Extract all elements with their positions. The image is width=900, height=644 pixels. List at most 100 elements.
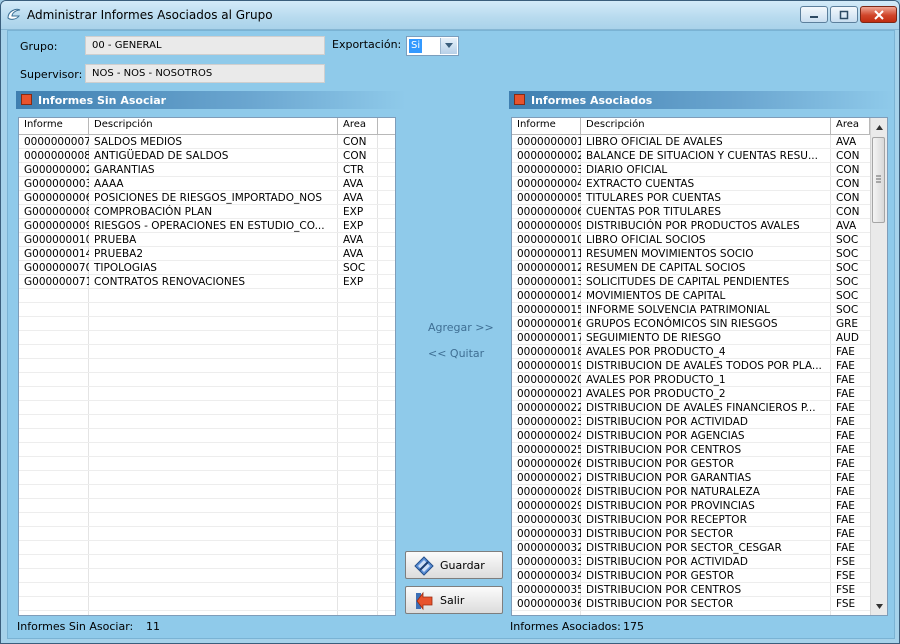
table-row	[19, 569, 395, 583]
table-row[interactable]: 0000000027 DISTRIBUCION POR GARANTIAS FAE	[512, 471, 872, 485]
chevron-down-icon[interactable]	[440, 38, 457, 54]
scroll-thumb[interactable]	[872, 137, 885, 223]
table-row	[19, 485, 395, 499]
salir-button[interactable]: Salir	[405, 586, 503, 614]
table-row[interactable]: G000000006 POSICIONES DE RIESGOS_IMPORTAD…	[19, 191, 395, 205]
table-row[interactable]: 0000000014 MOVIMIENTOS DE CAPITAL SOC	[512, 289, 872, 303]
table-row[interactable]: G000000003 AAAA AVA	[19, 177, 395, 191]
cell-informe: G000000009	[24, 220, 89, 232]
cell-informe: 0000000033	[517, 556, 581, 568]
maximize-button[interactable]	[830, 6, 858, 23]
table-row[interactable]: 0000000035 DISTRIBUCION POR CENTROS FSE	[512, 583, 872, 597]
table-row[interactable]: 0000000023 DISTRIBUCION POR ACTIVIDAD FAE	[512, 415, 872, 429]
table-row	[19, 415, 395, 429]
column-header-informe[interactable]: Informe	[19, 118, 89, 134]
exportacion-select[interactable]: Si	[406, 36, 459, 56]
scroll-up-button[interactable]	[871, 119, 887, 135]
cell-informe: 0000000030	[517, 514, 581, 526]
table-row[interactable]: 0000000030 DISTRIBUCION POR RECEPTOR FAE	[512, 513, 872, 527]
table-row[interactable]: 0000000032 DISTRIBUCION POR SECTOR_CESGAR…	[512, 541, 872, 555]
assigned-count-value: 175	[623, 620, 644, 633]
table-row[interactable]: G000000070 TIPOLOGIAS SOC	[19, 261, 395, 275]
cell-area: FSE	[836, 598, 856, 610]
column-header-area[interactable]: Area	[831, 118, 870, 134]
cell-informe: G000000071	[24, 276, 89, 288]
chevron-up-icon	[875, 124, 883, 130]
column-header-descripcion[interactable]: Descripción	[581, 118, 831, 134]
table-row[interactable]: 0000000026 DISTRIBUCION POR GESTOR FAE	[512, 457, 872, 471]
table-row[interactable]: G000000010 PRUEBA AVA	[19, 233, 395, 247]
table-row	[19, 331, 395, 345]
cell-area: FAE	[836, 360, 855, 372]
table-row[interactable]: 0000000025 DISTRIBUCION POR CENTROS FAE	[512, 443, 872, 457]
table-row[interactable]: G000000071 CONTRATOS RENOVACIONES EXP	[19, 275, 395, 289]
table-row[interactable]: 0000000015 INFORME SOLVENCIA PATRIMONIAL S…	[512, 303, 872, 317]
table-row[interactable]: 0000000036 DISTRIBUCION POR SECTOR FSE	[512, 597, 872, 611]
table-row[interactable]: 0000000008 ANTIGÜEDAD DE SALDOS CON	[19, 149, 395, 163]
column-header-area[interactable]: Area	[338, 118, 378, 134]
table-row	[19, 583, 395, 597]
table-row[interactable]: 0000000011 RESUMEN MOVIMIENTOS SOCIO SOC	[512, 247, 872, 261]
cell-descripcion: GARANTIAS	[94, 164, 155, 176]
table-row[interactable]: 0000000031 DISTRIBUCION POR SECTOR FAE	[512, 527, 872, 541]
table-row[interactable]: 0000000001 LIBRO OFICIAL DE AVALES AVA	[512, 135, 872, 149]
quitar-button[interactable]: << Quitar	[428, 347, 484, 360]
table-row[interactable]: 0000000013 SOLICITUDES DE CAPITAL PENDIEN…	[512, 275, 872, 289]
grupo-label: Grupo:	[20, 40, 58, 53]
table-row[interactable]: 0000000006 CUENTAS POR TITULARES CON	[512, 205, 872, 219]
table-row[interactable]: 0000000033 DISTRIBUCION POR ACTIVIDAD FSE	[512, 555, 872, 569]
cell-area: SOC	[343, 262, 366, 274]
agregar-button[interactable]: Agregar >>	[428, 321, 494, 334]
table-row[interactable]: 0000000009 DISTRIBUCIÓN POR PRODUCTOS AVA…	[512, 219, 872, 233]
table-row[interactable]: G000000009 RIESGOS - OPERACIONES EN ESTUD…	[19, 219, 395, 233]
left-section-title: Informes Sin Asociar	[38, 94, 167, 107]
table-row[interactable]: 0000000024 DISTRIBUCION POR AGENCIAS FAE	[512, 429, 872, 443]
grupo-field[interactable]: 00 - GENERAL	[85, 36, 325, 55]
cell-informe: 0000000010	[517, 234, 581, 246]
table-row[interactable]: 0000000021 AVALES POR PRODUCTO_2 FAE	[512, 387, 872, 401]
table-row[interactable]: 0000000029 DISTRIBUCION POR PROVINCIAS FAE	[512, 499, 872, 513]
cell-descripcion: DISTRIBUCION POR CENTROS	[586, 584, 742, 596]
minimize-button[interactable]	[800, 6, 828, 23]
table-row[interactable]: 0000000005 TITULARES POR CUENTAS CON	[512, 191, 872, 205]
table-row[interactable]: 0000000017 SEGUIMIENTO DE RIESGO AUD	[512, 331, 872, 345]
table-row[interactable]: 0000000007 SALDOS MEDIOS CON	[19, 135, 395, 149]
table-row[interactable]: 0000000020 AVALES POR PRODUCTO_1 FAE	[512, 373, 872, 387]
right-section-header: Informes Asociados	[509, 91, 894, 109]
table-row[interactable]: 0000000004 EXTRACTO CUENTAS CON	[512, 177, 872, 191]
table-row[interactable]: 0000000016 GRUPOS ECONÓMICOS SIN RIESGOS G…	[512, 317, 872, 331]
column-header-informe[interactable]: Informe	[512, 118, 581, 134]
right-list-scrollbar[interactable]	[870, 118, 887, 615]
cell-area: FAE	[836, 416, 855, 428]
cell-informe: 0000000013	[517, 276, 581, 288]
title-bar[interactable]: Administrar Informes Asociados al Grupo	[1, 1, 899, 30]
assigned-reports-list[interactable]: Informe Descripción Area 0000000001 LIBRO…	[511, 117, 888, 616]
table-row[interactable]: 0000000010 LIBRO OFICIAL SOCIOS SOC	[512, 233, 872, 247]
scroll-down-button[interactable]	[871, 598, 887, 614]
close-button[interactable]	[860, 6, 897, 23]
table-row[interactable]: G000000002 GARANTIAS CTR	[19, 163, 395, 177]
cell-informe: G000000070	[24, 262, 89, 274]
table-row[interactable]: G000000014 PRUEBA2 AVA	[19, 247, 395, 261]
column-header-descripcion[interactable]: Descripción	[89, 118, 338, 134]
cell-area: AVA	[836, 220, 857, 232]
table-row[interactable]: 0000000019 DISTRIBUCION DE AVALES TODOS P…	[512, 359, 872, 373]
cell-area: CON	[836, 150, 860, 162]
cell-descripcion: DISTRIBUCION POR ACTIVIDAD	[586, 416, 748, 428]
table-row[interactable]: 0000000018 AVALES POR PRODUCTO_4 FAE	[512, 345, 872, 359]
assigned-count-label: Informes Asociados:	[510, 620, 621, 633]
table-row[interactable]: 0000000028 DISTRIBUCION POR NATURALEZA FAE	[512, 485, 872, 499]
table-row[interactable]: 0000000012 RESUMEN DE CAPITAL SOCIOS SOC	[512, 261, 872, 275]
guardar-button[interactable]: Guardar	[405, 551, 503, 579]
cell-descripcion: AVALES POR PRODUCTO_2	[586, 388, 726, 400]
table-row[interactable]: G000000008 COMPROBACIÓN PLAN EXP	[19, 205, 395, 219]
table-row[interactable]: 0000000003 DIARIO OFICIAL CON	[512, 163, 872, 177]
unassigned-reports-list[interactable]: Informe Descripción Area 0000000007 SALDO…	[18, 117, 396, 616]
cell-area: AVA	[343, 234, 364, 246]
supervisor-field[interactable]: NOS - NOS - NOSOTROS	[85, 64, 325, 83]
cell-informe: 0000000007	[24, 136, 89, 148]
table-row[interactable]: 0000000002 BALANCE DE SITUACION Y CUENTAS…	[512, 149, 872, 163]
table-row[interactable]: 0000000034 DISTRIBUCION POR GESTOR FSE	[512, 569, 872, 583]
cell-informe: 0000000011	[517, 248, 581, 260]
table-row[interactable]: 0000000022 DISTRIBUCION DE AVALES FINANCI…	[512, 401, 872, 415]
